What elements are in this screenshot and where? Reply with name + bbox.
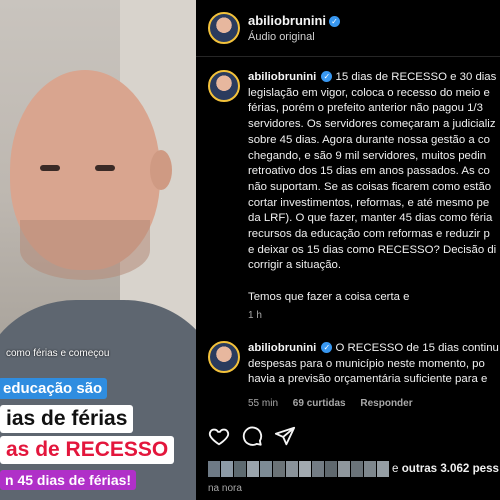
speaker-eye xyxy=(40,165,60,171)
share-icon[interactable] xyxy=(274,425,296,447)
reply-comment: abiliobrunini ✓ O RECESSO de 15 dias cont… xyxy=(208,341,500,421)
liker-thumbnail xyxy=(273,461,285,477)
liker-thumbnail xyxy=(364,461,376,477)
comment-line: retroativo dos 15 dias em anos passados.… xyxy=(248,165,490,178)
comment-line: recursos da educação com reformas e redu… xyxy=(248,228,490,241)
audio-link[interactable]: Áudio original xyxy=(248,31,315,43)
comment-line: corrigir a situação. xyxy=(248,259,342,272)
comment-line: cortar investimentos, reformas, e até me… xyxy=(248,196,490,209)
avatar[interactable] xyxy=(208,12,240,44)
verified-icon: ✓ xyxy=(329,16,340,27)
comment-line: O RECESSO de 15 dias continu xyxy=(335,342,499,354)
comment-username[interactable]: abiliobrunini xyxy=(248,342,316,354)
liker-thumbnail xyxy=(351,461,363,477)
comment-text: abiliobrunini ✓ 15 dias de RECESSO e 30 d… xyxy=(248,70,500,306)
post-panel: abiliobrunini ✓ Áudio original abiliobrun… xyxy=(196,0,500,500)
caption-chip: educação são xyxy=(0,378,108,399)
comment-line: despesas para o município neste momento,… xyxy=(248,357,485,370)
avatar[interactable] xyxy=(208,341,240,373)
heart-icon[interactable] xyxy=(208,425,230,447)
liker-thumbnail xyxy=(286,461,298,477)
video-caption: como férias e começou xyxy=(6,348,110,359)
comment-time: 55 min xyxy=(248,398,279,409)
post-header: abiliobrunini ✓ Áudio original xyxy=(208,10,498,50)
comment-line: férias, porém o prefeito anterior não pa… xyxy=(248,102,483,115)
caption-chip: n 45 dias de férias! xyxy=(0,470,137,490)
comment-line: sobre 45 dias. Agora durante nossa gestã… xyxy=(248,133,490,146)
comment-line: legislação em vigor, coloca o recesso do… xyxy=(248,86,490,99)
comment-line: Temos que fazer a coisa certa e xyxy=(248,291,410,304)
liker-thumbnail xyxy=(377,461,389,477)
liker-thumbnail xyxy=(299,461,311,477)
speaker-beard xyxy=(20,220,150,280)
speaker-eye xyxy=(95,165,115,171)
comment-line: e deixar os 15 dias como RECESSO? Decisã… xyxy=(248,243,497,256)
post-date: na nora xyxy=(208,483,242,494)
comment-likes[interactable]: 69 curtidas xyxy=(293,398,346,409)
liker-thumbnail xyxy=(325,461,337,477)
verified-icon: ✓ xyxy=(321,342,333,353)
liker-thumbnail xyxy=(312,461,324,477)
likes-others[interactable]: outras 3.062 pess xyxy=(402,462,499,475)
comment-line: da LRF). O que fazer, manter 45 dias com… xyxy=(248,212,493,225)
comment-line: havia a previsão orçamentária suficiente… xyxy=(248,373,488,386)
divider xyxy=(196,56,500,57)
video-frame[interactable]: como férias e começou educação são ias d… xyxy=(0,0,196,500)
likes-line[interactable]: e outras 3.062 pess xyxy=(208,461,500,477)
liker-thumbnail xyxy=(234,461,246,477)
main-comment: abiliobrunini ✓ 15 dias de RECESSO e 30 d… xyxy=(208,70,500,321)
post-username[interactable]: abiliobrunini xyxy=(248,13,326,28)
caption-chip: as de RECESSO xyxy=(0,436,175,464)
liker-thumbnail xyxy=(208,461,220,477)
liker-thumbnail xyxy=(338,461,350,477)
reply-button[interactable]: Responder xyxy=(360,398,412,409)
comment-text: abiliobrunini ✓ O RECESSO de 15 dias cont… xyxy=(248,341,500,388)
comment-time: 1 h xyxy=(248,310,262,321)
comment-line: chegando, e são 9 mil servidores, muitos… xyxy=(248,149,487,162)
liker-thumbnail xyxy=(221,461,233,477)
speaker-ear xyxy=(150,150,172,190)
comment-icon[interactable] xyxy=(241,425,263,447)
avatar[interactable] xyxy=(208,70,240,102)
likes-prefix: e xyxy=(392,462,399,475)
comment-meta: 55 min 69 curtidas Responder xyxy=(248,398,413,409)
likes-count[interactable]: e outras 3.062 pess xyxy=(392,462,499,475)
caption-chip: ias de férias xyxy=(0,405,134,433)
comment-line: 15 dias de RECESSO e 30 dias c xyxy=(335,71,500,83)
comment-line: não suportam. Se as coisas ficarem como … xyxy=(248,180,492,193)
comment-line: servidores. Os servidores começaram a ju… xyxy=(248,118,496,131)
verified-icon: ✓ xyxy=(321,71,333,82)
comment-username[interactable]: abiliobrunini xyxy=(248,71,316,83)
liker-thumbnail xyxy=(260,461,272,477)
liker-thumbnail xyxy=(247,461,259,477)
